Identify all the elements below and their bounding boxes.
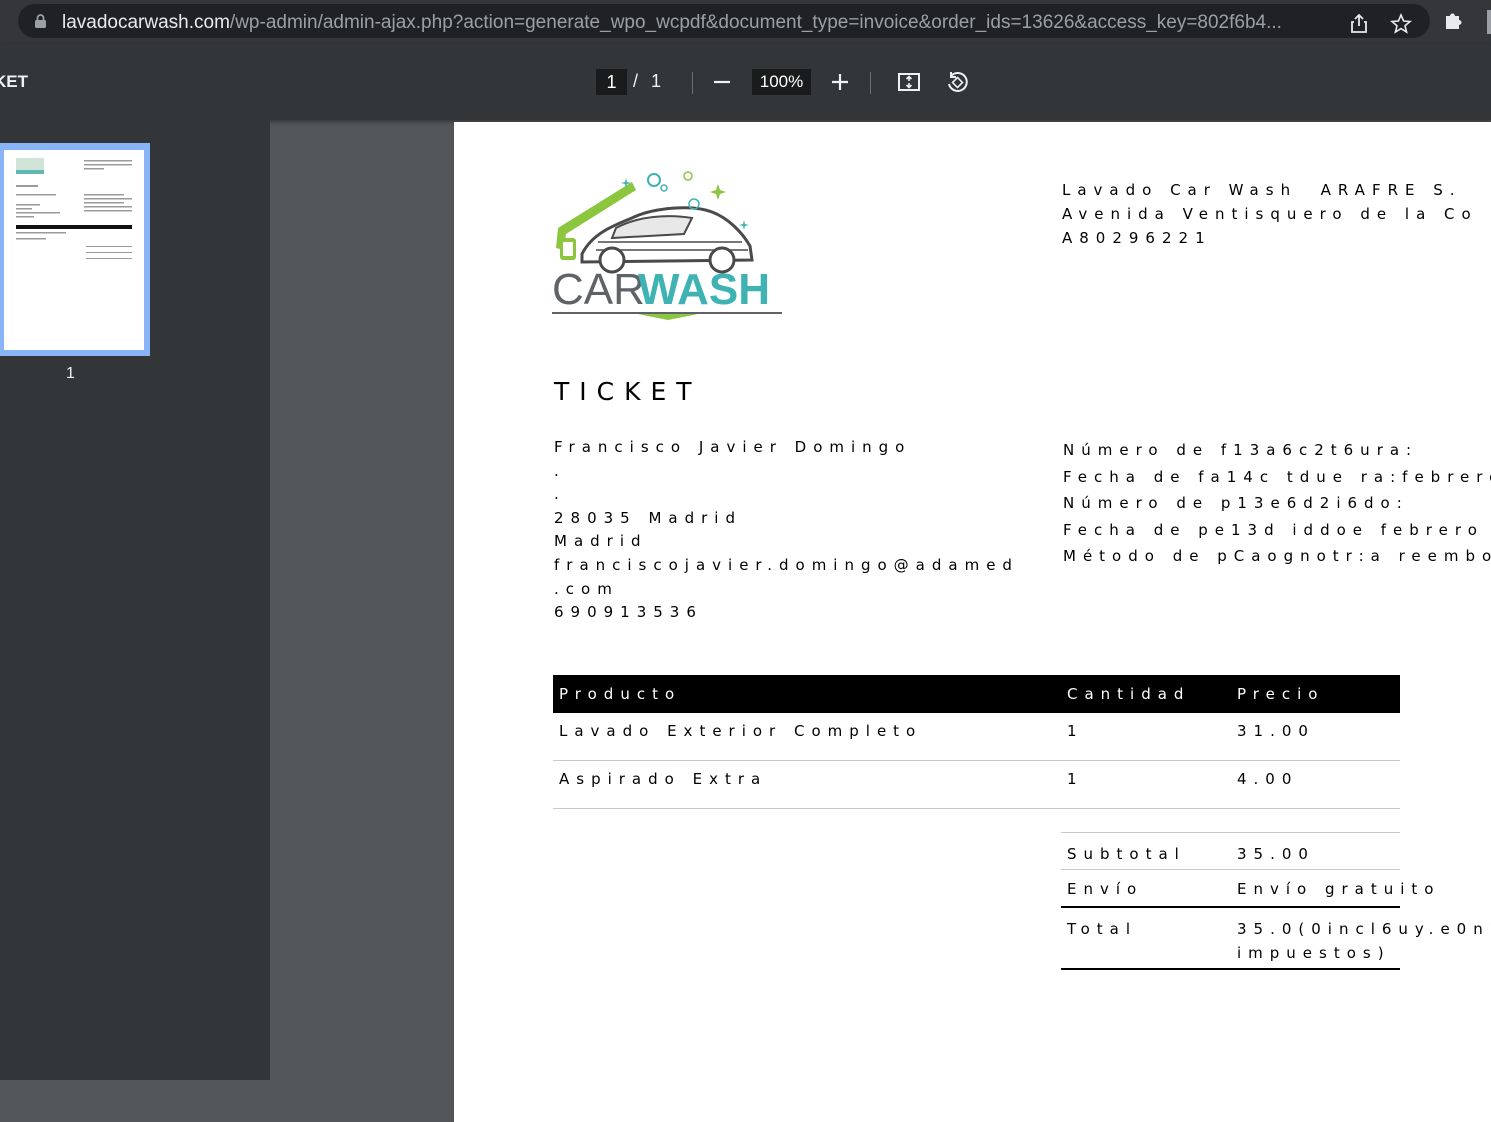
billing-line1: .: [554, 461, 566, 480]
bookmark-star-icon[interactable]: [1390, 13, 1412, 35]
product-quantity: 1: [1067, 722, 1084, 740]
header-price: Precio: [1237, 685, 1325, 703]
subtotal-label: Subtotal: [1067, 845, 1186, 863]
document-title: KET: [0, 72, 28, 91]
shop-name: Lavado Car Wash ARAFRE S.: [1062, 181, 1462, 199]
shipping-row: Envío Envío gratuito: [1061, 869, 1433, 906]
fit-to-page-icon[interactable]: [897, 70, 921, 94]
logo-text-wash: WASH: [638, 265, 770, 314]
subtotal-value: 35.00: [1237, 845, 1315, 863]
zoom-in-icon[interactable]: [828, 70, 852, 94]
shop-tax-id: A80296221: [1062, 229, 1212, 247]
order-number: Número de p13e6d2i6do:: [1063, 494, 1409, 512]
invoice-number: Número de f13a6c2t6ura:: [1063, 441, 1419, 459]
product-price: 31.00: [1237, 722, 1315, 740]
order-data: Número de f13a6c2t6ura: Fecha de fa14c t…: [1063, 437, 1491, 570]
shipping-value: Envío gratuito: [1237, 880, 1441, 898]
billing-email-cont: .com: [554, 579, 619, 598]
total-value-note: impuestos): [1237, 944, 1391, 962]
toolbar-divider: [692, 72, 693, 94]
thumbnail-sidebar: 1: [0, 120, 270, 1080]
url-text[interactable]: lavadocarwash.com/wp-admin/admin-ajax.ph…: [62, 12, 1352, 34]
products-table: Producto Cantidad Precio Lavado Exterior…: [553, 675, 1400, 809]
thumbnail-miniature-icon: [16, 158, 132, 259]
carwash-logo-icon: CAR WASH: [552, 171, 782, 320]
shop-info: Lavado Car Wash ARAFRE S. Avenida Ventis…: [1062, 178, 1478, 250]
zoom-level-input[interactable]: 100%: [752, 69, 811, 95]
totals-table: Subtotal 35.00 Envío Envío gratuito Tota…: [1061, 832, 1491, 970]
product-quantity: 1: [1067, 770, 1084, 788]
table-row: Lavado Exterior Completo 1 31.00: [553, 713, 1400, 761]
browser-address-bar: lavadocarwash.com/wp-admin/admin-ajax.ph…: [0, 0, 1491, 44]
table-header: Producto Cantidad Precio: [553, 675, 1400, 713]
thumbnail-page-number: 1: [66, 365, 75, 382]
profile-edge: [1487, 10, 1491, 34]
total-row: Total 35.0(0incl6uy.e0n7do impuestos): [1061, 906, 1491, 970]
zoom-out-icon[interactable]: [710, 70, 734, 94]
product-name: Lavado Exterior Completo: [559, 722, 923, 740]
invoice-date: Fecha de fa14c tdue ra:febrero de: [1063, 467, 1491, 486]
billing-line2: .: [554, 485, 566, 504]
document-heading: TICKET: [554, 377, 702, 406]
logo-text-car: CAR: [552, 265, 645, 314]
rotate-icon[interactable]: [945, 70, 969, 94]
url-host: lavadocarwash.com: [62, 12, 230, 33]
page-total: 1: [651, 71, 662, 91]
page-separator: /: [633, 71, 639, 91]
page-thumbnail-1[interactable]: [0, 143, 150, 356]
url-path: /wp-admin/admin-ajax.php?action=generate…: [229, 12, 1282, 33]
table-row: Aspirado Extra 1 4.00: [553, 761, 1400, 809]
toolbar-divider: [870, 72, 871, 94]
billing-address: Francisco Javier Domingo . . 28035 Madri…: [554, 436, 1019, 625]
shipping-label: Envío: [1067, 880, 1144, 898]
billing-name: Francisco Javier Domingo: [554, 438, 912, 456]
header-quantity: Cantidad: [1067, 685, 1191, 703]
payment-method: Método de pCaognotr:a reembolso: [1063, 547, 1491, 565]
extensions-puzzle-icon[interactable]: [1443, 9, 1465, 31]
product-name: Aspirado Extra: [559, 770, 768, 788]
lock-icon[interactable]: [34, 14, 47, 28]
total-value: 35.0(0incl6uy.e0n7do: [1237, 920, 1491, 938]
billing-email: franciscojavier.domingo@adamed: [554, 555, 1019, 574]
share-icon[interactable]: [1348, 13, 1370, 35]
shop-address: Avenida Ventisquero de la Co: [1062, 205, 1478, 223]
omnibox[interactable]: lavadocarwash.com/wp-admin/admin-ajax.ph…: [18, 4, 1430, 38]
order-date: Fecha de pe13d iddoe febrero de: [1063, 520, 1491, 539]
total-label: Total: [1067, 920, 1138, 938]
page-number-input[interactable]: 1: [596, 69, 627, 95]
pdf-page: CAR WASH Lavado Car Wash ARAFRE S. Aveni…: [454, 122, 1491, 1122]
billing-state: Madrid: [554, 532, 648, 551]
product-price: 4.00: [1237, 770, 1299, 788]
header-product: Producto: [559, 685, 682, 703]
thumbnail-page-preview: [4, 150, 144, 350]
billing-phone: 690913536: [554, 603, 703, 622]
billing-city: 28035 Madrid: [554, 508, 742, 527]
pdf-toolbar: KET 1 / 1 100%: [0, 44, 1491, 120]
subtotal-row: Subtotal 35.00: [1061, 832, 1400, 869]
